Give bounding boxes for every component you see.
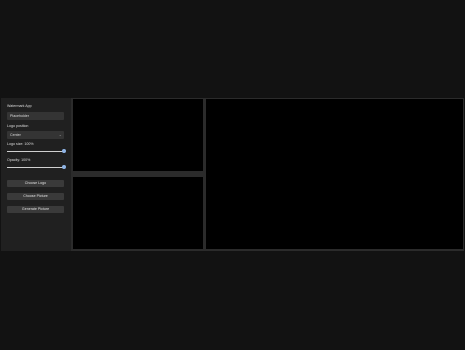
logo-size-thumb[interactable] <box>62 149 66 153</box>
sidebar: Watermark App Placeholder Logo position … <box>1 98 71 251</box>
screen: Watermark App Placeholder Logo position … <box>0 0 465 350</box>
opacity-thumb[interactable] <box>62 165 66 169</box>
logo-position-label: Logo position <box>7 124 29 128</box>
chevron-down-icon: ⌄ <box>58 132 62 137</box>
logo-preview-panel <box>73 99 203 171</box>
opacity-slider[interactable] <box>7 164 66 170</box>
logo-position-dropdown[interactable]: Center ⌄ <box>7 131 64 139</box>
logo-size-label: Logo size: 100% <box>7 142 34 146</box>
logo-size-fill <box>7 150 64 152</box>
logo-size-slider[interactable] <box>7 148 66 154</box>
app-window: Watermark App Placeholder Logo position … <box>1 98 464 251</box>
name-field[interactable]: Placeholder <box>7 112 64 120</box>
opacity-label: Opacity: 100% <box>7 158 31 162</box>
generate-picture-button[interactable]: Generate Picture <box>7 206 64 213</box>
choose-logo-button[interactable]: Choose Logo <box>7 180 64 187</box>
picture-preview-panel <box>73 177 203 249</box>
choose-picture-button[interactable]: Choose Picture <box>7 193 64 200</box>
opacity-fill <box>7 166 64 168</box>
app-title: Watermark App <box>7 104 32 108</box>
result-preview-panel <box>206 99 463 249</box>
logo-position-value: Center <box>10 133 21 137</box>
